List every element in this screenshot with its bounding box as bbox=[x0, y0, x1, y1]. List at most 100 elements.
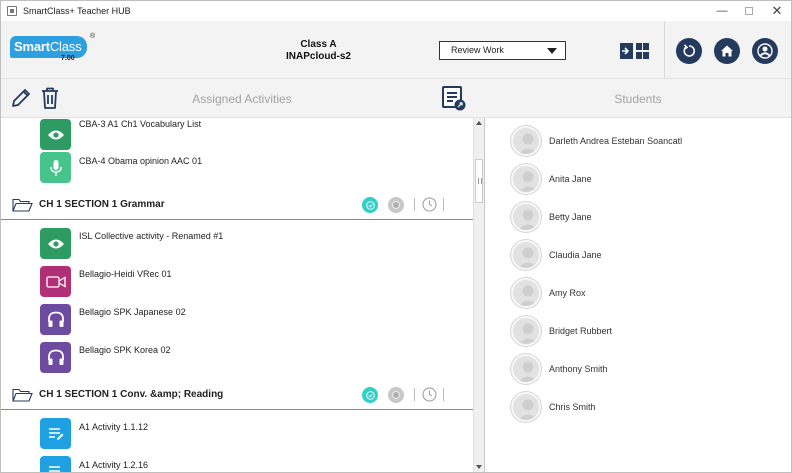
avatar bbox=[511, 126, 541, 156]
student-name: Anthony Smith bbox=[549, 364, 608, 374]
avatar bbox=[511, 354, 541, 384]
student-item[interactable]: Bridget Rubbert bbox=[485, 311, 791, 349]
logo-badge: SmartClass bbox=[10, 36, 88, 58]
student-item[interactable]: Claudia Jane bbox=[485, 235, 791, 273]
window-title: SmartClass+ Teacher HUB bbox=[23, 6, 131, 16]
activity-label: Bellagio SPK Japanese 02 bbox=[79, 307, 186, 317]
header-divider bbox=[664, 21, 665, 79]
activity-label: Bellagio SPK Korea 02 bbox=[79, 345, 171, 355]
app-window: SmartClass+ Teacher HUB — ✕ SmartClass ®… bbox=[0, 0, 792, 473]
activity-item[interactable]: Bellagio-Heidi VRec 01 bbox=[1, 264, 473, 302]
mode-select[interactable]: Review Work bbox=[439, 41, 566, 60]
activity-toolbar: Assigned Activities Students bbox=[1, 79, 791, 118]
activity-item[interactable]: Bellagio SPK Korea 02 bbox=[1, 340, 473, 378]
user-avatar-icon bbox=[518, 133, 538, 154]
check-icon[interactable] bbox=[362, 197, 378, 213]
avatar bbox=[511, 240, 541, 270]
students-heading: Students bbox=[614, 92, 662, 106]
close-button[interactable]: ✕ bbox=[762, 1, 791, 21]
refresh-button[interactable] bbox=[676, 38, 702, 64]
document-activity-icon bbox=[40, 418, 71, 449]
logo-registered-mark: ® bbox=[90, 33, 96, 40]
profile-button[interactable] bbox=[752, 38, 778, 64]
maximize-icon bbox=[745, 7, 753, 15]
student-name: Claudia Jane bbox=[549, 250, 602, 260]
mode-select-value: Review Work bbox=[451, 45, 504, 55]
view-activity-icon bbox=[40, 119, 71, 150]
avatar bbox=[511, 392, 541, 422]
student-name: Anita Jane bbox=[549, 174, 592, 184]
logo-smart-text: Smart bbox=[14, 39, 50, 54]
cloud-name: INAPcloud-s2 bbox=[285, 51, 351, 62]
user-avatar-icon bbox=[518, 361, 538, 382]
student-item[interactable]: Anthony Smith bbox=[485, 349, 791, 387]
activity-item[interactable]: CBA-4 Obama opinion AAC 01 bbox=[1, 150, 473, 188]
eye-icon bbox=[47, 130, 64, 139]
headphones-icon bbox=[47, 311, 64, 327]
activity-item[interactable]: A1 Activity 1.1.12 bbox=[1, 416, 473, 454]
activity-item[interactable]: A1 Activity 1.2.16 bbox=[1, 454, 473, 472]
student-item[interactable]: Anita Jane bbox=[485, 159, 791, 197]
eye-icon bbox=[47, 239, 64, 248]
audio-activity-icon bbox=[40, 342, 71, 373]
activity-item[interactable]: ISL Collective activity - Renamed #1 bbox=[1, 226, 473, 264]
section-header[interactable]: CH 1 SECTION 1 Conv. &amp; Reading bbox=[1, 380, 473, 410]
switch-view-button[interactable] bbox=[620, 41, 650, 61]
student-item[interactable]: Darleth Andrea Esteban Soancatl bbox=[485, 121, 791, 159]
trash-icon bbox=[42, 87, 58, 109]
app-icon bbox=[7, 6, 17, 16]
student-item[interactable]: Chris Smith bbox=[485, 387, 791, 425]
student-name: Chris Smith bbox=[549, 402, 596, 412]
student-name: Darleth Andrea Esteban Soancatl bbox=[549, 136, 683, 146]
user-icon bbox=[757, 43, 773, 59]
activity-label: Bellagio-Heidi VRec 01 bbox=[79, 269, 172, 279]
clock-icon[interactable] bbox=[422, 387, 437, 402]
class-info: Class A INAPcloud-s2 bbox=[251, 39, 386, 63]
report-button[interactable] bbox=[441, 85, 467, 112]
delete-button[interactable] bbox=[40, 86, 60, 110]
activity-label: ISL Collective activity - Renamed #1 bbox=[79, 231, 224, 241]
student-item[interactable]: Betty Jane bbox=[485, 197, 791, 235]
activity-label: A1 Activity 1.2.16 bbox=[79, 460, 149, 470]
students-list: Darleth Andrea Esteban Soancatl Anita Ja… bbox=[485, 118, 791, 472]
user-avatar-icon bbox=[518, 399, 538, 420]
pencil-icon bbox=[12, 89, 30, 107]
video-activity-icon bbox=[40, 266, 71, 297]
chevron-down-icon bbox=[547, 48, 557, 54]
document-edit-icon bbox=[48, 465, 63, 472]
audio-activity-icon bbox=[40, 304, 71, 335]
folder-icon bbox=[12, 198, 33, 212]
student-item[interactable]: Amy Rox bbox=[485, 273, 791, 311]
speaking-activity-icon bbox=[40, 152, 71, 183]
activity-label: CBA-3 A1 Ch1 Vocabulary List bbox=[79, 119, 202, 129]
avatar bbox=[511, 164, 541, 194]
edit-button[interactable] bbox=[10, 87, 32, 109]
view-activity-icon bbox=[40, 228, 71, 259]
activity-item[interactable]: Bellagio SPK Japanese 02 bbox=[1, 302, 473, 340]
section-header[interactable]: CH 1 SECTION 1 Grammar bbox=[1, 190, 473, 220]
status-dot-icon[interactable] bbox=[388, 387, 404, 403]
activity-label: A1 Activity 1.1.12 bbox=[79, 422, 149, 432]
user-avatar-icon bbox=[518, 323, 538, 344]
user-avatar-icon bbox=[518, 171, 538, 192]
home-button[interactable] bbox=[714, 38, 740, 64]
check-icon[interactable] bbox=[362, 387, 378, 403]
activities-scrollbar[interactable] bbox=[473, 118, 484, 472]
user-avatar-icon bbox=[518, 285, 538, 306]
scroll-down-icon[interactable] bbox=[476, 465, 482, 469]
scroll-thumb[interactable] bbox=[475, 159, 483, 203]
divider bbox=[414, 388, 415, 401]
user-avatar-icon bbox=[518, 209, 538, 230]
minimize-button[interactable]: — bbox=[707, 1, 737, 21]
scroll-up-icon[interactable] bbox=[476, 121, 482, 125]
clock-icon[interactable] bbox=[422, 197, 437, 212]
section-title: CH 1 SECTION 1 Conv. &amp; Reading bbox=[39, 389, 224, 400]
maximize-button[interactable] bbox=[734, 1, 764, 21]
divider bbox=[414, 198, 415, 211]
student-name: Amy Rox bbox=[549, 288, 586, 298]
status-dot-icon[interactable] bbox=[388, 197, 404, 213]
activity-label: CBA-4 Obama opinion AAC 01 bbox=[79, 156, 203, 166]
avatar bbox=[511, 202, 541, 232]
document-edit-icon bbox=[48, 427, 63, 440]
user-avatar-icon bbox=[518, 247, 538, 268]
